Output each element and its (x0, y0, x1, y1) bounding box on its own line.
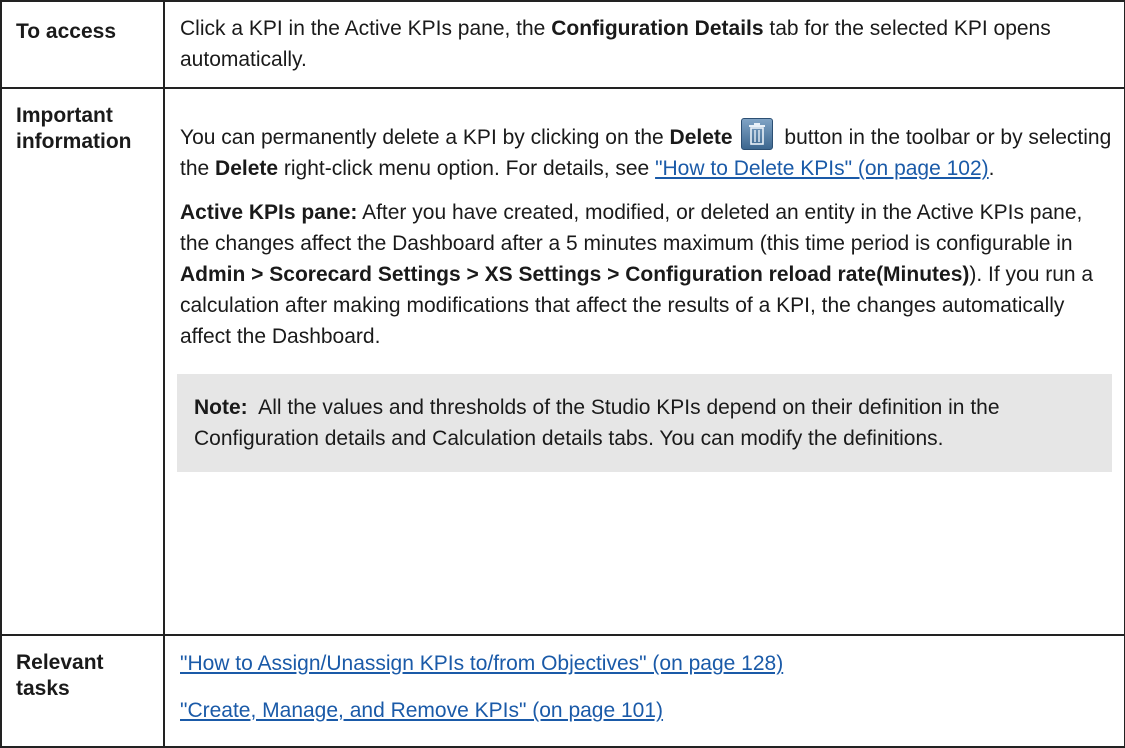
access-paragraph: Click a KPI in the Active KPIs pane, the… (180, 13, 1112, 75)
label-cell-to-access: To access (0, 0, 165, 89)
label-tasks-line1: Relevant (16, 651, 104, 674)
delete-text-4: . (988, 157, 995, 180)
note-text: All the values and thresholds of the Stu… (194, 396, 1006, 450)
delete-text-3: right-click menu option. For details, se… (278, 157, 656, 180)
row-important-information: Important information You can permanentl… (0, 87, 1125, 636)
access-bold-configuration-details: Configuration Details (551, 17, 764, 40)
label-important-line2: information (16, 130, 132, 153)
delete-text-1: You can permanently delete a KPI by clic… (180, 126, 670, 149)
active-kpis-paragraph: Active KPIs pane: After you have created… (180, 197, 1112, 352)
label-cell-tasks: Relevant tasks (0, 634, 165, 748)
link-how-to-delete-kpis[interactable]: "How to Delete KPIs" (on page 102) (655, 157, 989, 180)
delete-paragraph: You can permanently delete a KPI by clic… (180, 118, 1112, 184)
content-cell-to-access: Click a KPI in the Active KPIs pane, the… (163, 0, 1125, 89)
note-box: Note: All the values and thresholds of t… (177, 374, 1112, 472)
row-to-access: To access Click a KPI in the Active KPIs… (0, 0, 1125, 89)
delete-bold-1: Delete (669, 126, 733, 149)
label-cell-important: Important information (0, 87, 165, 636)
active-kpis-bold-heading: Active KPIs pane: (180, 201, 358, 224)
note-label: Note: (194, 396, 248, 419)
active-kpis-bold-path: Admin > Scorecard Settings > XS Settings… (180, 263, 970, 286)
access-text-1: Click a KPI in the Active KPIs pane, the (180, 17, 552, 40)
link-create-manage-remove-kpis[interactable]: "Create, Manage, and Remove KPIs" (on pa… (180, 695, 1112, 726)
label-important-information: Important information (2, 89, 163, 155)
label-to-access: To access (16, 20, 117, 43)
label-important-line1: Important (16, 104, 113, 127)
reference-table: To access Click a KPI in the Active KPIs… (0, 0, 1125, 748)
label-tasks-line2: tasks (16, 677, 70, 700)
content-cell-tasks: "How to Assign/Unassign KPIs to/from Obj… (163, 634, 1125, 748)
trash-icon (740, 118, 773, 150)
link-assign-unassign-kpis[interactable]: "How to Assign/Unassign KPIs to/from Obj… (180, 648, 1112, 679)
row-relevant-tasks: Relevant tasks "How to Assign/Unassign K… (0, 634, 1125, 748)
delete-bold-2: Delete (215, 157, 279, 180)
content-cell-important: You can permanently delete a KPI by clic… (163, 87, 1125, 636)
label-relevant-tasks: Relevant tasks (2, 636, 163, 702)
